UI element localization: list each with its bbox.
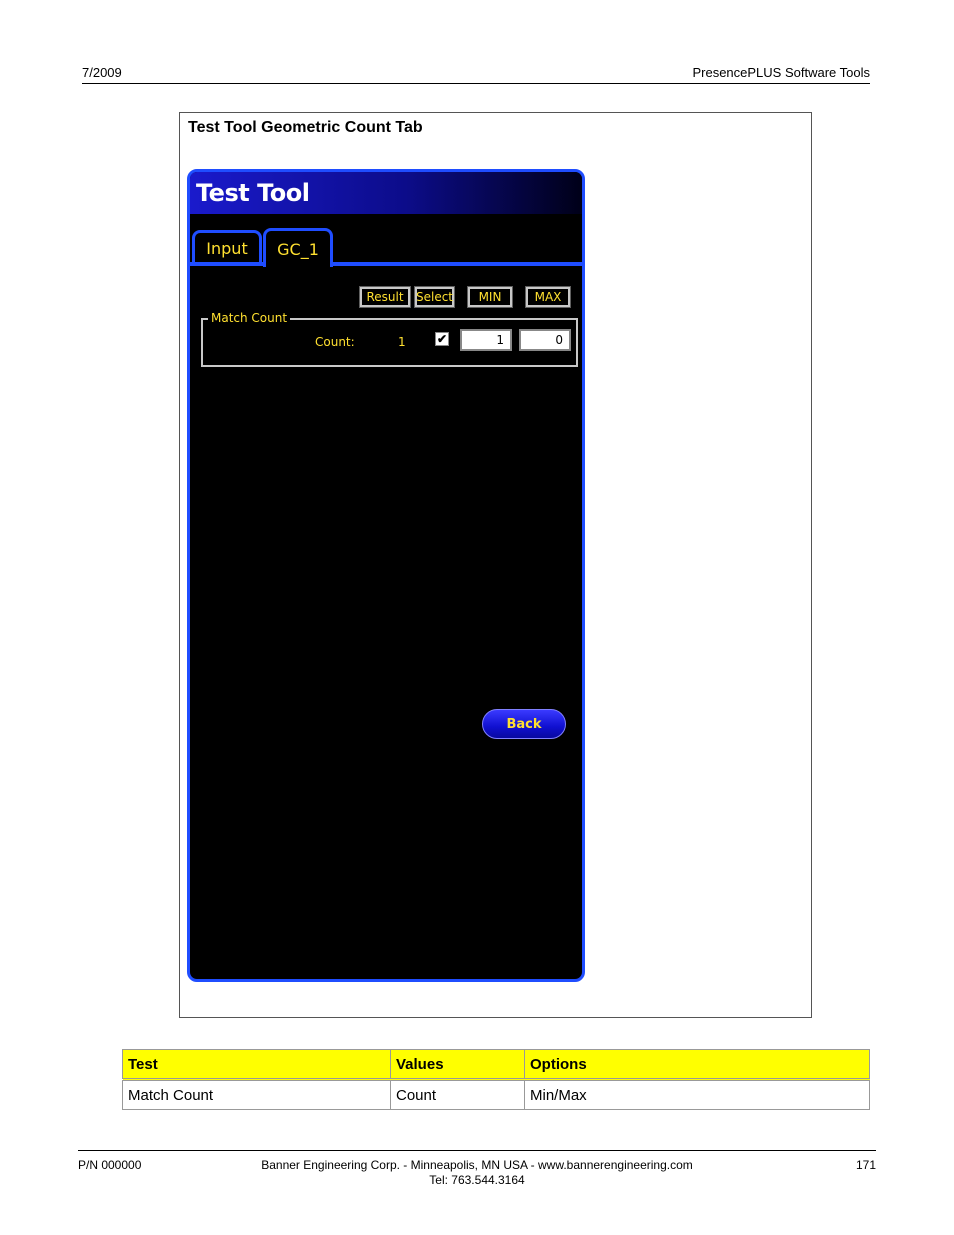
footer-company-line: Banner Engineering Corp. - Minneapolis, … [261, 1158, 693, 1172]
footer-company: Banner Engineering Corp. - Minneapolis, … [0, 1158, 954, 1188]
tab-underline [190, 262, 582, 266]
header-date: 7/2009 [82, 65, 122, 80]
table-cell-values: Count [390, 1079, 525, 1110]
title-bar: Test Tool [190, 172, 582, 214]
match-count-legend: Match Count [208, 311, 291, 325]
select-column-button[interactable]: Select [414, 286, 455, 308]
back-button[interactable]: Back [482, 709, 566, 739]
count-min-field[interactable]: 1 [460, 329, 512, 351]
footer-rule [78, 1150, 876, 1151]
min-column-button[interactable]: MIN [467, 286, 513, 308]
table-header-row: Test Values Options [122, 1049, 870, 1081]
footer-page-number: 171 [855, 1158, 876, 1172]
max-column-button[interactable]: MAX [525, 286, 571, 308]
table-header-values: Values [390, 1049, 525, 1081]
table-row: Match Count Count Min/Max [122, 1079, 870, 1110]
active-tab-gap [266, 261, 330, 267]
result-column-button[interactable]: Result [359, 286, 411, 308]
figure-caption: Test Tool Geometric Count Tab [188, 119, 423, 136]
header-rule [82, 83, 870, 84]
options-table: Test Values Options Match Count Count Mi… [122, 1049, 870, 1110]
table-cell-test: Match Count [122, 1079, 391, 1110]
count-result: 1 [398, 335, 406, 349]
header-title: PresencePLUS Software Tools [692, 65, 870, 80]
table-header-test: Test [122, 1049, 391, 1081]
count-max-field[interactable]: 0 [519, 329, 571, 351]
tab-input[interactable]: Input [192, 230, 262, 263]
count-label: Count: [315, 335, 355, 349]
table-cell-options: Min/Max [524, 1079, 870, 1110]
count-select-checkbox[interactable]: ✔ [435, 332, 449, 346]
tab-gc-1-label: GC_1 [277, 239, 319, 259]
tab-input-label: Input [206, 238, 248, 258]
footer-phone: Tel: 763.544.3164 [429, 1173, 525, 1187]
test-tool-screen: Test Tool Input GC_1 Result Select MIN M… [187, 169, 585, 982]
table-header-options: Options [524, 1049, 870, 1081]
window-title: Test Tool [196, 179, 310, 207]
